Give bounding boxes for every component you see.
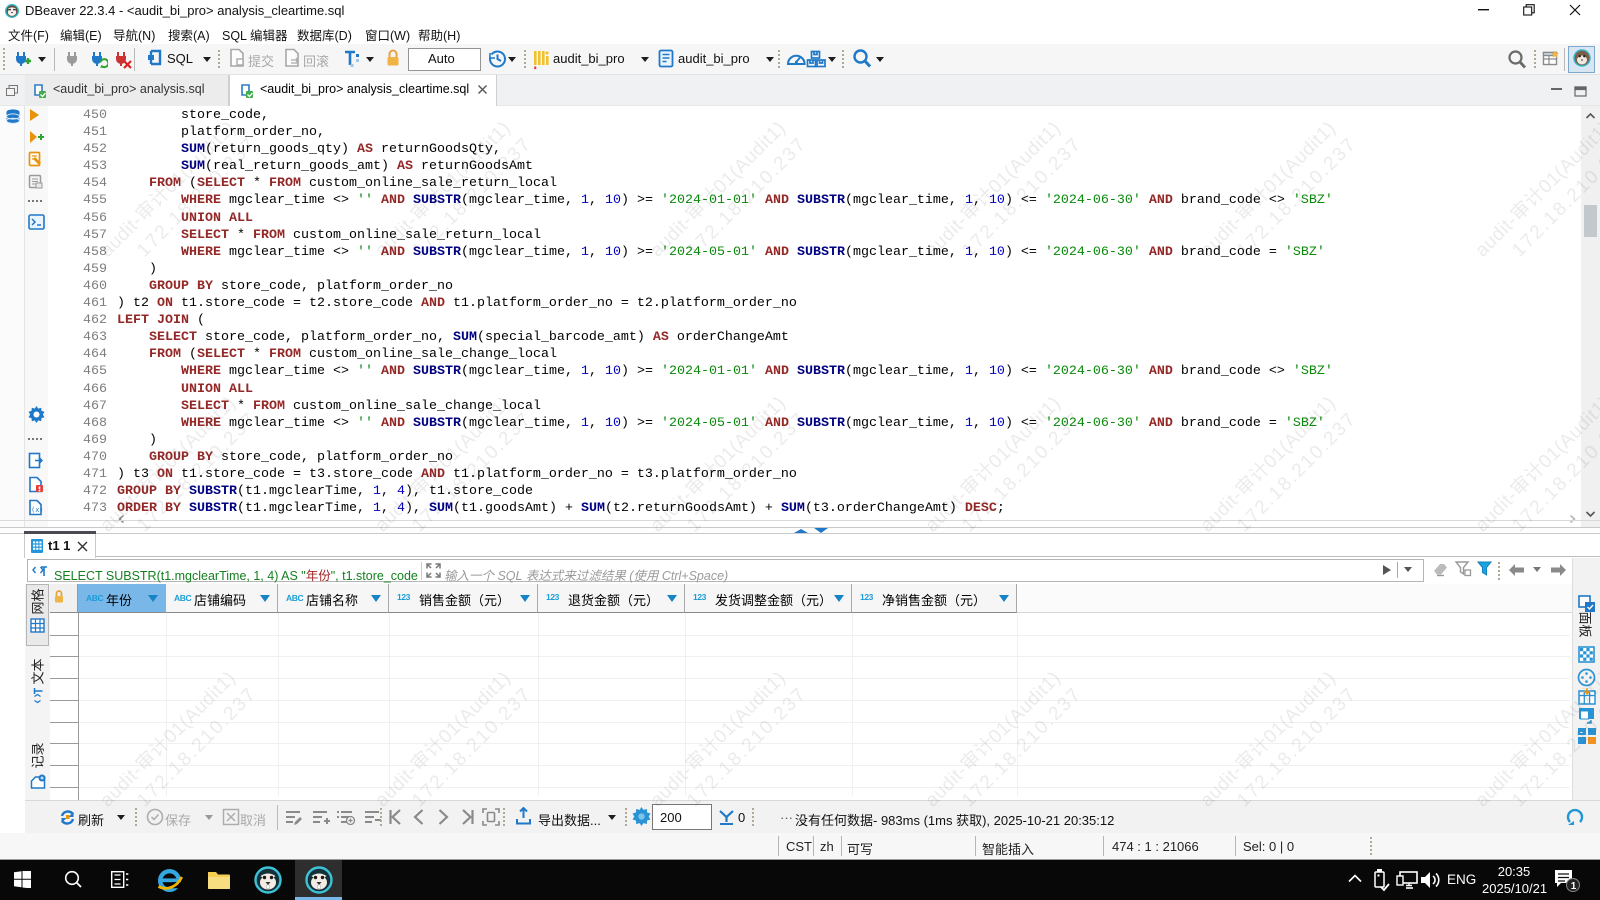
svg-text:-: -	[1580, 728, 1583, 737]
svg-text:1: 1	[1571, 881, 1577, 892]
